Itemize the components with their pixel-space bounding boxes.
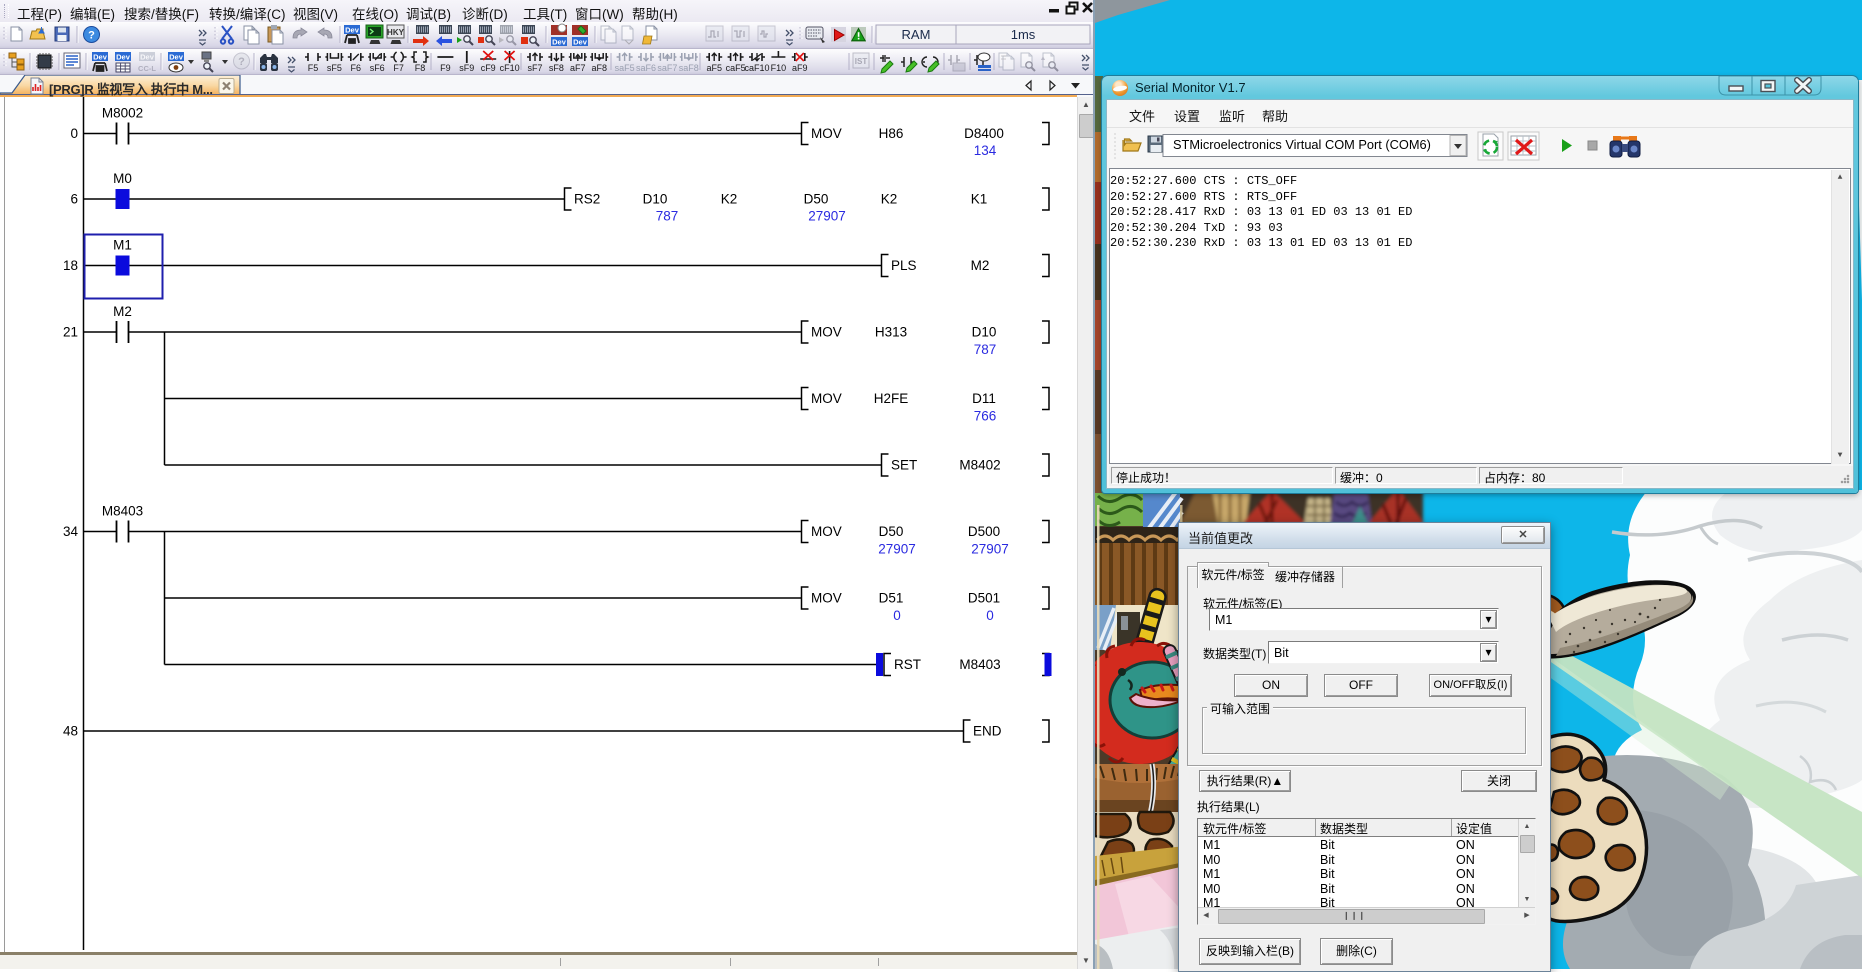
svg-text:F5: F5	[308, 63, 319, 73]
svg-text:D8400: D8400	[964, 126, 1004, 141]
svg-text:M1: M1	[113, 238, 132, 253]
svg-text:HKY: HKY	[387, 28, 405, 37]
svg-text:F7: F7	[393, 63, 404, 73]
svg-text:MOV: MOV	[811, 325, 842, 340]
svg-text:F6: F6	[351, 63, 362, 73]
svg-text:1ms: 1ms	[1011, 27, 1036, 42]
svg-text:M8402: M8402	[959, 458, 1000, 473]
svg-text:saF7: saF7	[657, 63, 677, 73]
svg-text:787: 787	[974, 342, 997, 357]
svg-text:21: 21	[63, 325, 78, 340]
svg-text:D500: D500	[968, 524, 1000, 539]
svg-text:saF8: saF8	[679, 63, 699, 73]
svg-text:?: ?	[88, 30, 95, 42]
svg-text:aF5: aF5	[706, 63, 722, 73]
svg-text:MOV: MOV	[811, 391, 842, 406]
svg-text:sF9: sF9	[459, 63, 474, 73]
svg-text:PLS: PLS	[891, 258, 917, 273]
svg-text:0: 0	[893, 608, 901, 623]
svg-text:Dev: Dev	[573, 38, 588, 47]
svg-text:STMicroelectronics Virtual COM: STMicroelectronics Virtual COM Port (COM…	[1173, 137, 1431, 152]
svg-text:M8403: M8403	[959, 657, 1000, 672]
svg-text:END: END	[973, 724, 1002, 739]
svg-text:D10: D10	[972, 325, 997, 340]
svg-text:Dev: Dev	[140, 53, 155, 62]
svg-text:D50: D50	[879, 524, 904, 539]
svg-text:766: 766	[974, 409, 997, 424]
svg-text:M0: M0	[113, 171, 132, 186]
svg-text:IST: IST	[855, 57, 868, 66]
svg-text:RAM: RAM	[902, 27, 931, 42]
svg-text:F8: F8	[415, 63, 426, 73]
svg-text:cF9: cF9	[481, 63, 496, 73]
svg-text:K2: K2	[721, 192, 738, 207]
svg-text:27907: 27907	[808, 209, 846, 224]
svg-text:K1: K1	[971, 192, 988, 207]
svg-text:D51: D51	[879, 591, 904, 606]
svg-text:?: ?	[238, 56, 245, 68]
svg-text:0: 0	[986, 608, 994, 623]
svg-text:D50: D50	[804, 192, 829, 207]
svg-text:sF6: sF6	[370, 63, 385, 73]
svg-text:caF5: caF5	[726, 63, 746, 73]
svg-text:SET: SET	[891, 458, 917, 473]
svg-text:cF10: cF10	[500, 63, 520, 73]
svg-text:RS2: RS2	[574, 192, 600, 207]
svg-text:H86: H86	[879, 126, 904, 141]
svg-text:D501: D501	[968, 591, 1000, 606]
svg-text:48: 48	[63, 724, 78, 739]
svg-text:sF5: sF5	[327, 63, 342, 73]
svg-text:M8002: M8002	[102, 106, 143, 121]
svg-text:27907: 27907	[878, 542, 916, 557]
svg-text:787: 787	[656, 209, 679, 224]
svg-text:H2FE: H2FE	[874, 391, 909, 406]
svg-text:0: 0	[70, 126, 78, 141]
svg-text:18: 18	[63, 258, 78, 273]
svg-text:D10: D10	[643, 192, 668, 207]
svg-text:Dev: Dev	[552, 38, 567, 47]
svg-text:6: 6	[70, 192, 78, 207]
svg-text:sF7: sF7	[527, 63, 542, 73]
svg-text:134: 134	[974, 143, 997, 158]
svg-text:aF9: aF9	[792, 63, 808, 73]
svg-text:aF8: aF8	[591, 63, 607, 73]
svg-text:caF10: caF10	[744, 63, 769, 73]
svg-text:CC-L: CC-L	[138, 64, 156, 73]
svg-text:M2: M2	[113, 304, 132, 319]
svg-text:H313: H313	[875, 325, 907, 340]
svg-text:K2: K2	[881, 192, 898, 207]
svg-text:saF5: saF5	[615, 63, 635, 73]
svg-text:MOV: MOV	[811, 591, 842, 606]
svg-text:RST: RST	[894, 657, 921, 672]
svg-text:MOV: MOV	[811, 524, 842, 539]
svg-text:M8403: M8403	[102, 504, 143, 519]
svg-text:F9: F9	[440, 63, 451, 73]
svg-text:sF8: sF8	[549, 63, 564, 73]
svg-text:MOV: MOV	[811, 126, 842, 141]
svg-text:saF6: saF6	[636, 63, 656, 73]
svg-text:34: 34	[63, 524, 79, 539]
svg-text:aF7: aF7	[570, 63, 586, 73]
svg-text:D11: D11	[972, 391, 996, 406]
svg-text:M2: M2	[971, 258, 990, 273]
svg-text:F10: F10	[771, 63, 787, 73]
svg-text:27907: 27907	[971, 542, 1009, 557]
